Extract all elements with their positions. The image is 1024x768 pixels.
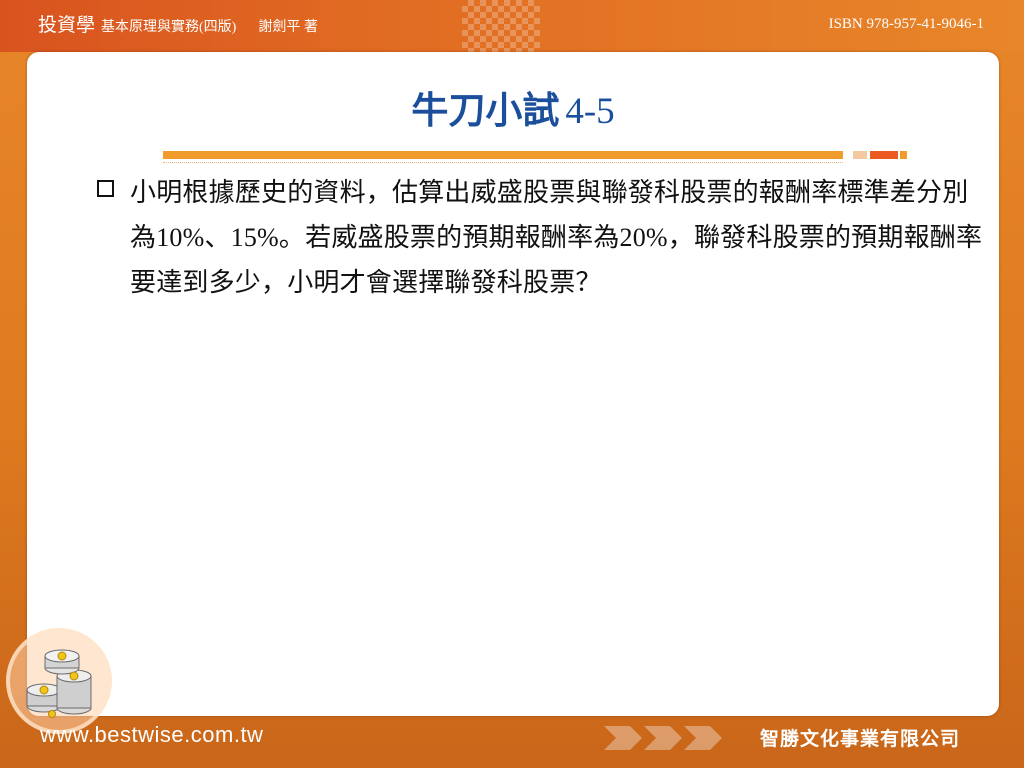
coin-stack-icon xyxy=(26,649,92,718)
underline-accent-red xyxy=(870,151,898,159)
publisher-name: 智勝文化事業有限公司 xyxy=(760,728,961,750)
website-url[interactable]: www.bestwise.com.tw xyxy=(40,722,263,748)
title-underline xyxy=(163,151,843,159)
book-subtitle: 基本原理與實務(四版) xyxy=(101,20,237,35)
title-underline-dots xyxy=(163,160,843,163)
book-author: 謝劍平 著 xyxy=(258,20,318,35)
underline-accent-light xyxy=(853,151,867,159)
isbn-label: ISBN 978-957-41-9046-1 xyxy=(828,16,984,32)
slide-panel: 牛刀小試 4-5 小明根據歷史的資料，估算出威盛股票與聯發科股票的報酬率標準差分別… xyxy=(27,52,999,716)
checkbox-square-icon xyxy=(97,180,114,197)
question-text: 小明根據歷史的資料，估算出威盛股票與聯發科股票的報酬率標準差分別為10%、15%… xyxy=(130,178,983,297)
book-header: 投資學 基本原理與實務(四版) 謝劍平 著 xyxy=(38,10,318,37)
chevron-arrows-icon xyxy=(604,726,722,750)
underline-accent-orange xyxy=(900,151,907,159)
slide-title: 牛刀小試 4-5 xyxy=(27,80,999,134)
header-checker-pattern xyxy=(462,0,540,52)
slide-title-number: 4-5 xyxy=(565,91,615,132)
book-title: 投資學 xyxy=(38,15,96,36)
slide-title-text: 牛刀小試 xyxy=(411,91,560,132)
